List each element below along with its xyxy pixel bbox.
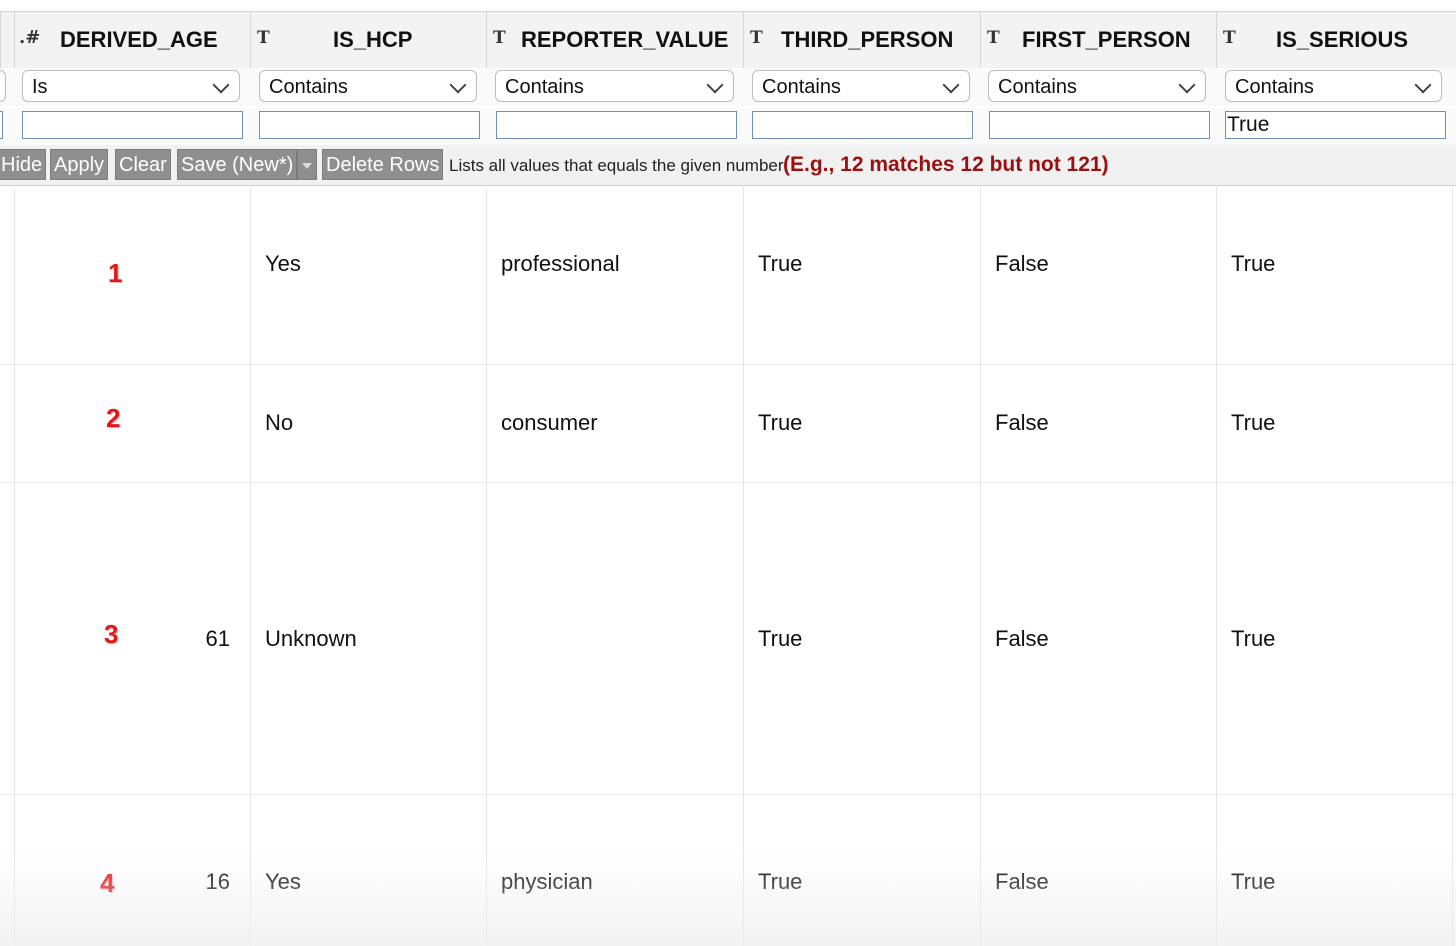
row-number-annotation: 3: [104, 619, 119, 649]
filter-hint-text: Lists all values that equals the given n…: [449, 156, 784, 175]
header-cell-partial: [0, 12, 15, 68]
cell-third-person[interactable]: True: [758, 251, 802, 277]
save-button[interactable]: Save (New*): [177, 149, 298, 180]
chevron-down-icon: [1414, 76, 1432, 94]
chevron-down-icon: [1178, 76, 1196, 94]
cell-third-person[interactable]: True: [758, 410, 802, 436]
reporter-value-filter-input[interactable]: [496, 111, 737, 139]
filter-toolbar: Hide Apply Clear Save (New*) Delete Rows…: [0, 145, 1456, 186]
text-type-icon: T: [750, 28, 763, 48]
text-type-icon: T: [987, 28, 1000, 48]
column-divider: [250, 185, 251, 946]
row-number-annotation: 2: [106, 403, 121, 433]
derived-age-operator-dropdown[interactable]: Is: [22, 70, 240, 102]
header-reporter-value[interactable]: T REPORTER_VALUE: [486, 12, 744, 68]
selected-operator: Contains: [1235, 76, 1314, 98]
text-type-icon: T: [1223, 28, 1236, 48]
number-type-icon: .#: [19, 27, 41, 48]
cell-is-hcp[interactable]: Yes: [265, 869, 301, 895]
hide-button[interactable]: Hide: [0, 149, 47, 180]
derived-age-filter-input[interactable]: [22, 111, 243, 139]
column-title: REPORTER_VALUE: [521, 27, 729, 52]
reporter-value-operator-dropdown[interactable]: Contains: [495, 70, 734, 102]
first-person-operator-dropdown[interactable]: Contains: [988, 70, 1206, 102]
selected-operator: Is: [32, 76, 48, 98]
is-serious-filter-input[interactable]: [1225, 111, 1446, 139]
cell-is-serious[interactable]: True: [1231, 626, 1275, 652]
chevron-down-icon: [449, 76, 467, 94]
save-options-caret-icon[interactable]: [297, 149, 317, 180]
cell-is-serious[interactable]: True: [1231, 869, 1275, 895]
column-title: FIRST_PERSON: [1022, 27, 1191, 52]
column-title: IS_SERIOUS: [1276, 27, 1409, 52]
is-serious-operator-dropdown[interactable]: Contains: [1225, 70, 1442, 102]
filter-hint-example: (E.g., 12 matches 12 but not 121): [783, 153, 1109, 176]
header-is-serious[interactable]: T IS_SERIOUS: [1216, 12, 1456, 68]
cell-reporter-value[interactable]: consumer: [501, 410, 598, 436]
column-divider: [980, 185, 981, 946]
header-first-person[interactable]: T FIRST_PERSON: [980, 12, 1217, 68]
cell-derived-age[interactable]: 61: [170, 626, 230, 652]
is-hcp-operator-dropdown[interactable]: Contains: [259, 70, 477, 102]
column-title: IS_HCP: [333, 27, 413, 52]
header-third-person[interactable]: T THIRD_PERSON: [743, 12, 981, 68]
chevron-down-icon: [942, 76, 960, 94]
data-grid: .# DERIVED_AGE T IS_HCP T REPORTER_VALUE…: [0, 0, 1456, 946]
text-type-icon: T: [493, 28, 506, 48]
filter-value-row: [0, 108, 1456, 145]
selected-operator: Contains: [505, 76, 584, 98]
cell-first-person[interactable]: False: [995, 869, 1049, 895]
row-divider: [0, 794, 1456, 795]
row-divider: [0, 364, 1456, 365]
apply-button[interactable]: Apply: [50, 149, 109, 180]
column-header-row: .# DERIVED_AGE T IS_HCP T REPORTER_VALUE…: [0, 11, 1456, 69]
column-divider: [1452, 185, 1453, 946]
cell-is-hcp[interactable]: No: [265, 410, 293, 436]
column-title: DERIVED_AGE: [60, 27, 218, 52]
column-divider: [486, 185, 487, 946]
cell-third-person[interactable]: True: [758, 869, 802, 895]
third-person-filter-input[interactable]: [752, 111, 973, 139]
delete-rows-button[interactable]: Delete Rows: [322, 149, 444, 180]
cell-is-serious[interactable]: True: [1231, 251, 1275, 277]
cell-first-person[interactable]: False: [995, 410, 1049, 436]
column-divider: [1216, 185, 1217, 946]
cell-is-serious[interactable]: True: [1231, 410, 1275, 436]
column-divider: [743, 185, 744, 946]
cell-reporter-value[interactable]: professional: [501, 251, 620, 277]
third-person-operator-dropdown[interactable]: Contains: [752, 70, 970, 102]
cell-is-hcp[interactable]: Yes: [265, 251, 301, 277]
cell-third-person[interactable]: True: [758, 626, 802, 652]
bottom-fade: [0, 850, 1456, 946]
selected-operator: Contains: [269, 76, 348, 98]
row-number-annotation: 4: [100, 868, 115, 898]
selected-operator: Contains: [998, 76, 1077, 98]
selected-operator: Contains: [762, 76, 841, 98]
cell-first-person[interactable]: False: [995, 626, 1049, 652]
column-title: THIRD_PERSON: [781, 27, 954, 52]
is-hcp-filter-input[interactable]: [259, 111, 480, 139]
text-type-icon: T: [257, 28, 270, 48]
cell-derived-age[interactable]: 16: [170, 869, 230, 895]
clear-button[interactable]: Clear: [115, 149, 171, 180]
column-divider: [14, 185, 15, 946]
header-is-hcp[interactable]: T IS_HCP: [250, 12, 487, 68]
cell-reporter-value[interactable]: physician: [501, 869, 593, 895]
chevron-down-icon: [706, 76, 724, 94]
cell-first-person[interactable]: False: [995, 251, 1049, 277]
operator-dropdown-partial[interactable]: [0, 70, 6, 102]
filter-operator-row: Is Contains Contains Contains Contains C…: [0, 68, 1456, 106]
filter-input-partial[interactable]: [0, 111, 3, 139]
chevron-down-icon: [212, 76, 230, 94]
row-number-annotation: 1: [108, 258, 123, 288]
header-derived-age[interactable]: .# DERIVED_AGE: [14, 12, 251, 68]
cell-is-hcp[interactable]: Unknown: [265, 626, 357, 652]
row-divider: [0, 482, 1456, 483]
first-person-filter-input[interactable]: [989, 111, 1210, 139]
